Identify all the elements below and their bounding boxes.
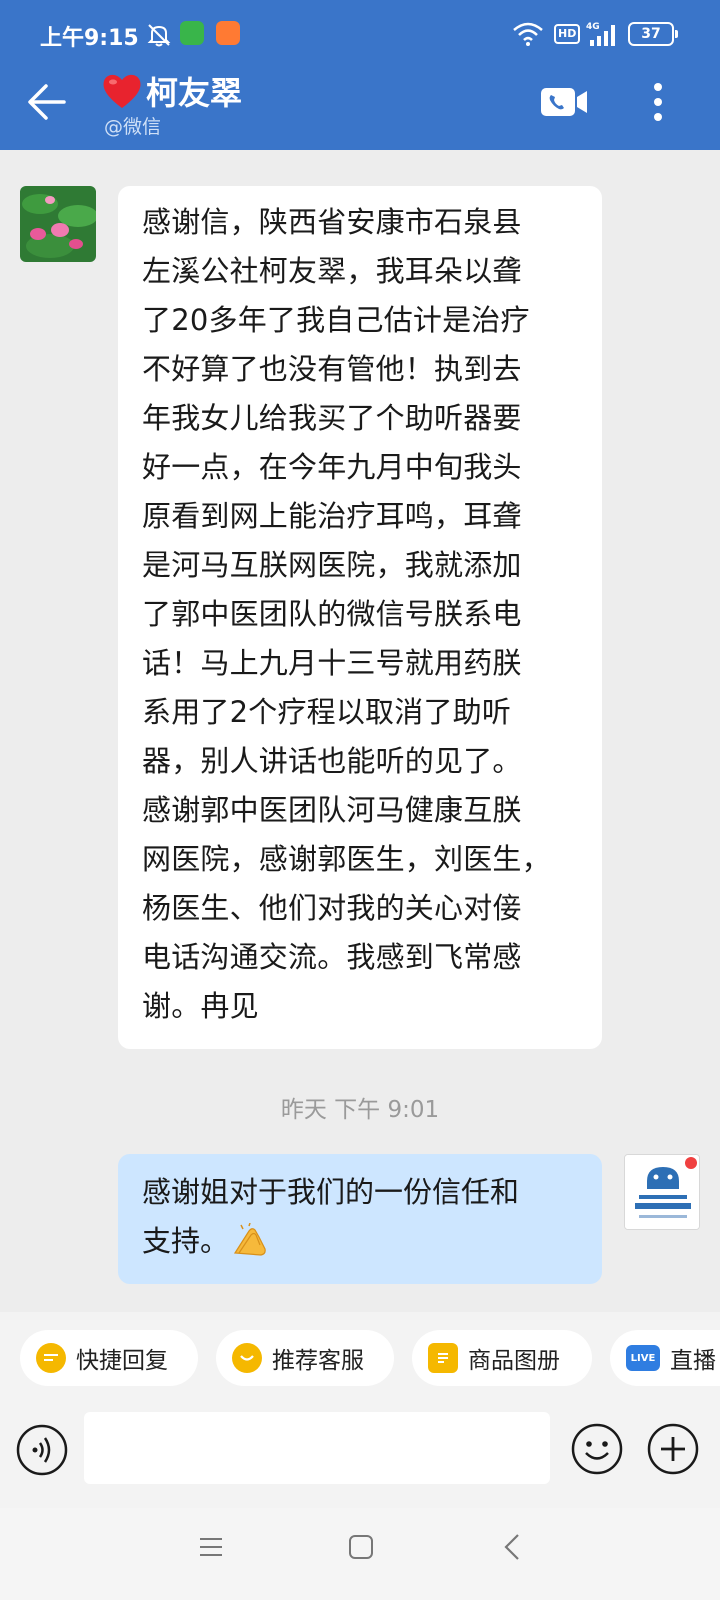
clap-hands-icon	[233, 1223, 266, 1256]
status-bar: 上午9:15 HD 4G 37	[0, 0, 720, 68]
message-bubble-outgoing[interactable]: 感谢姐对于我们的一份信任和 支持。	[118, 1154, 602, 1284]
my-avatar[interactable]	[624, 1154, 700, 1230]
contact-source: @微信	[104, 116, 162, 138]
message-text: 感谢信，陕西省安康市石泉县 左溪公社柯友翠，我耳朵以聋 了20多年了我自己估计是…	[142, 205, 551, 1023]
system-nav-bar	[0, 1508, 720, 1600]
video-call-icon[interactable]	[540, 86, 588, 118]
menu-icon[interactable]	[198, 1534, 224, 1560]
recommend-service-icon	[232, 1343, 262, 1373]
quick-reply-icon	[36, 1343, 66, 1373]
product-catalog-icon	[428, 1343, 458, 1373]
app-icon-orange	[216, 21, 240, 45]
signal-icon: 4G	[586, 22, 615, 46]
more-functions-icon[interactable]	[646, 1422, 700, 1476]
contact-avatar[interactable]	[20, 186, 96, 262]
heart-icon	[103, 74, 141, 108]
live-label: 直播	[670, 1348, 716, 1374]
message-text: 感谢姐对于我们的一份信任和 支持。	[142, 1168, 584, 1266]
wifi-icon	[513, 22, 543, 46]
message-timestamp: 昨天 下午 9:01	[280, 1097, 440, 1123]
live-button[interactable]: LIVE 直播	[610, 1330, 720, 1386]
voice-input-icon[interactable]	[16, 1424, 68, 1476]
product-catalog-button[interactable]: 商品图册	[412, 1330, 592, 1386]
nav-back-icon[interactable]	[502, 1532, 522, 1562]
quick-reply-button[interactable]: 快捷回复	[20, 1330, 198, 1386]
unread-dot	[685, 1157, 697, 1169]
hd-badge: HD	[554, 24, 581, 44]
contact-name[interactable]: 柯友翠	[102, 68, 242, 114]
more-vertical-icon[interactable]	[646, 80, 670, 124]
contact-name-text: 柯友翠	[146, 74, 243, 112]
message-input-bar	[0, 1404, 720, 1508]
live-icon: LIVE	[626, 1345, 660, 1371]
network-type: 4G	[586, 22, 600, 32]
recommend-service-label: 推荐客服	[272, 1348, 364, 1374]
emoji-icon[interactable]	[570, 1422, 624, 1476]
app-icon-green	[180, 21, 204, 45]
recommend-service-button[interactable]: 推荐客服	[216, 1330, 394, 1386]
product-catalog-label: 商品图册	[468, 1348, 560, 1374]
message-text-content: 感谢姐对于我们的一份信任和 支持。	[142, 1175, 520, 1258]
lotus-avatar-image	[20, 186, 96, 262]
message-bubble-incoming[interactable]: 感谢信，陕西省安康市石泉县 左溪公社柯友翠，我耳朵以聋 了20多年了我自己估计是…	[118, 186, 602, 1049]
live-icon-text: LIVE	[630, 1352, 656, 1364]
chat-header: 上午9:15 HD 4G 37 柯友翠 @微信	[0, 0, 720, 150]
status-time: 上午9:15	[40, 26, 139, 51]
battery-icon: 37	[628, 22, 678, 46]
message-input[interactable]	[84, 1412, 550, 1484]
mute-icon	[147, 24, 171, 47]
quick-reply-label: 快捷回复	[76, 1348, 168, 1374]
back-arrow-icon[interactable]	[26, 82, 68, 122]
quick-action-bar: 快捷回复 推荐客服 商品图册 LIVE 直播	[0, 1312, 720, 1404]
home-icon[interactable]	[348, 1534, 374, 1560]
